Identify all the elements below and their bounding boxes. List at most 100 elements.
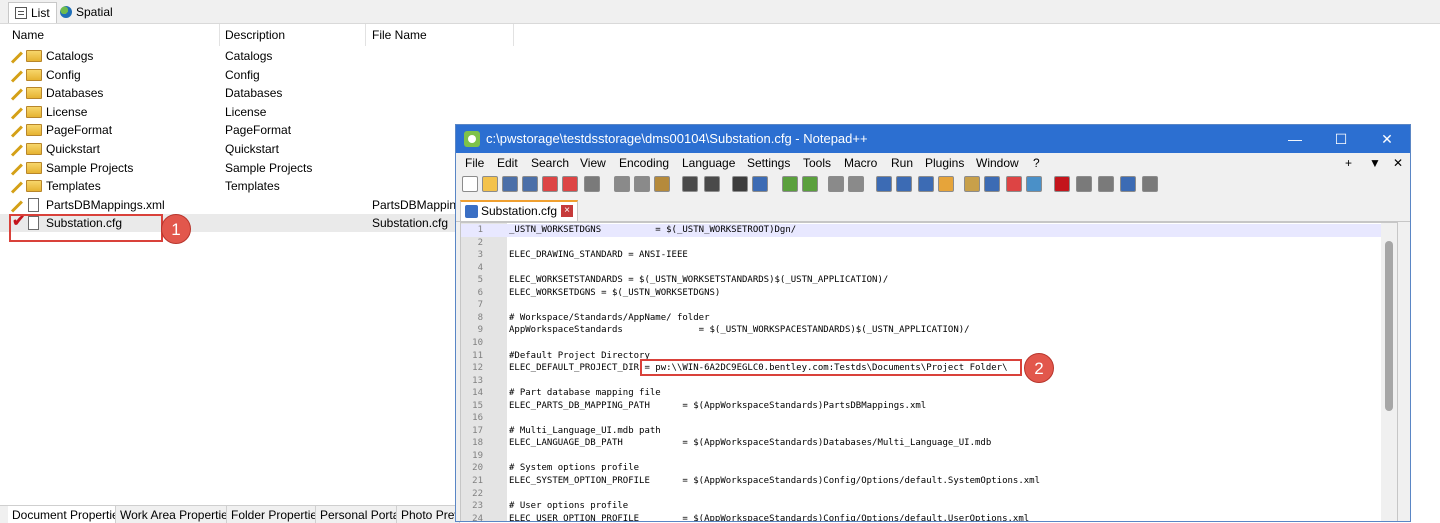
- code-line[interactable]: 15 ELEC_PARTS_DB_MAPPING_PATH = $(AppWork…: [461, 400, 1393, 413]
- menu-plugins[interactable]: Plugins: [925, 153, 964, 173]
- code-line[interactable]: 19: [461, 450, 1393, 463]
- code-line[interactable]: 13: [461, 375, 1393, 388]
- tab-spatial[interactable]: Spatial: [54, 2, 119, 22]
- menu-view[interactable]: View: [580, 153, 606, 173]
- record-macro-icon[interactable]: [1054, 176, 1070, 192]
- open-file-icon[interactable]: [482, 176, 498, 192]
- code-line[interactable]: 8 # Workspace/Standards/AppName/ folder: [461, 312, 1393, 325]
- close-button[interactable]: ✕: [1364, 125, 1410, 153]
- list-row[interactable]: PageFormat PageFormat: [0, 121, 520, 139]
- close-tab-icon[interactable]: ×: [561, 205, 573, 217]
- column-header-description[interactable]: Description: [220, 24, 366, 46]
- zoom-out-icon[interactable]: [802, 176, 818, 192]
- list-row[interactable]: License License: [0, 103, 520, 121]
- maximize-button[interactable]: ☐: [1318, 125, 1364, 153]
- scrollbar-thumb[interactable]: [1385, 241, 1393, 411]
- doc-map-icon[interactable]: [964, 176, 980, 192]
- monitor-icon[interactable]: [1026, 176, 1042, 192]
- menu-run[interactable]: Run: [891, 153, 913, 173]
- menu-help[interactable]: ?: [1033, 153, 1040, 173]
- code-line[interactable]: 23 # User options profile: [461, 500, 1393, 513]
- code-line[interactable]: 24 ELEC_USER_OPTION_PROFILE = $(AppWorksp…: [461, 513, 1393, 521]
- list-row[interactable]: Templates Templates: [0, 177, 520, 195]
- code-line[interactable]: 6 ELEC_WORKSETDGNS = $(_USTN_WORKSETDGNS): [461, 287, 1393, 300]
- list-row[interactable]: PartsDBMappings.xml PartsDBMappings.xml: [0, 196, 520, 214]
- code-line[interactable]: 7: [461, 299, 1393, 312]
- menu-language[interactable]: Language: [682, 153, 735, 173]
- close-doc-button[interactable]: ✕: [1393, 153, 1403, 173]
- menu-search[interactable]: Search: [531, 153, 569, 173]
- row-file-name: PartsDBMappings.xml: [372, 197, 460, 212]
- sync-vertical-icon[interactable]: [828, 176, 844, 192]
- tab-personal-portal[interactable]: Personal Portal: [316, 506, 397, 523]
- list-row[interactable]: Catalogs Catalogs: [0, 47, 520, 65]
- tab-work-area-properties[interactable]: Work Area Properties: [116, 506, 227, 523]
- menu-settings[interactable]: Settings: [747, 153, 790, 173]
- close-all-icon[interactable]: [562, 176, 578, 192]
- paste-icon[interactable]: [654, 176, 670, 192]
- code-line[interactable]: 1 _USTN_WORKSETDGNS = $(_USTN_WORKSETROOT…: [461, 224, 1391, 237]
- save-icon[interactable]: [502, 176, 518, 192]
- minimize-button[interactable]: —: [1272, 125, 1318, 153]
- list-row[interactable]: Quickstart Quickstart: [0, 140, 520, 158]
- code-line[interactable]: 16: [461, 412, 1393, 425]
- code-line[interactable]: 21 ELEC_SYSTEM_OPTION_PROFILE = $(AppWork…: [461, 475, 1393, 488]
- menu-encoding[interactable]: Encoding: [619, 153, 669, 173]
- code-line[interactable]: 2: [461, 237, 1393, 250]
- redo-icon[interactable]: [704, 176, 720, 192]
- list-row[interactable]: Config Config: [0, 66, 520, 84]
- copy-icon[interactable]: [634, 176, 650, 192]
- new-tab-button[interactable]: +: [1345, 153, 1352, 173]
- save-icon: [465, 205, 478, 218]
- code-line[interactable]: 3 ELEC_DRAWING_STANDARD = ANSI-IEEE: [461, 249, 1393, 262]
- menu-macro[interactable]: Macro: [844, 153, 877, 173]
- replace-icon[interactable]: [752, 176, 768, 192]
- code-line[interactable]: 5 ELEC_WORKSETSTANDARDS = $(_USTN_WORKSET…: [461, 274, 1393, 287]
- code-line[interactable]: 22: [461, 488, 1393, 501]
- code-line[interactable]: 10: [461, 337, 1393, 350]
- menu-window[interactable]: Window: [976, 153, 1019, 173]
- indent-guide-icon[interactable]: [918, 176, 934, 192]
- column-header-file-name[interactable]: File Name: [366, 24, 514, 46]
- show-all-chars-icon[interactable]: [896, 176, 912, 192]
- word-wrap-icon[interactable]: [876, 176, 892, 192]
- tab-list[interactable]: List: [8, 2, 57, 23]
- sync-horizontal-icon[interactable]: [848, 176, 864, 192]
- code-line[interactable]: 18 ELEC_LANGUAGE_DB_PATH = $(AppWorkspace…: [461, 437, 1393, 450]
- menu-edit[interactable]: Edit: [497, 153, 518, 173]
- folder-workspace-icon[interactable]: [1006, 176, 1022, 192]
- zoom-in-icon[interactable]: [782, 176, 798, 192]
- function-list-icon[interactable]: [984, 176, 1000, 192]
- menu-tools[interactable]: Tools: [803, 153, 831, 173]
- tab-document-properties[interactable]: Document Properties: [8, 506, 116, 523]
- list-row[interactable]: Sample Projects Sample Projects: [0, 159, 520, 177]
- title-bar[interactable]: c:\pwstorage\testdsstorage\dms00104\Subs…: [456, 125, 1410, 153]
- save-macro-icon[interactable]: [1142, 176, 1158, 192]
- code-line[interactable]: 9 AppWorkspaceStandards = $(_USTN_WORKSPA…: [461, 324, 1393, 337]
- play-macro-icon[interactable]: [1098, 176, 1114, 192]
- find-icon[interactable]: [732, 176, 748, 192]
- stop-macro-icon[interactable]: [1076, 176, 1092, 192]
- new-file-icon[interactable]: [462, 176, 478, 192]
- menu-file[interactable]: File: [465, 153, 484, 173]
- line-text: ELEC_SYSTEM_OPTION_PROFILE = $(AppWorksp…: [509, 476, 1041, 486]
- print-icon[interactable]: [584, 176, 600, 192]
- file-tab-substation[interactable]: Substation.cfg ×: [460, 200, 578, 221]
- save-all-icon[interactable]: [522, 176, 538, 192]
- column-header-name[interactable]: Name: [0, 24, 220, 46]
- vertical-scrollbar[interactable]: [1381, 223, 1397, 521]
- list-row[interactable]: Databases Databases: [0, 84, 520, 102]
- code-line[interactable]: 17 # Multi_Language_UI.mdb path: [461, 425, 1393, 438]
- run-macro-icon[interactable]: [1120, 176, 1136, 192]
- tab-folder-properties[interactable]: Folder Properties: [227, 506, 316, 523]
- tab-list-button[interactable]: ▼: [1369, 153, 1381, 173]
- undo-icon[interactable]: [682, 176, 698, 192]
- tab-photo-preview[interactable]: Photo Previ: [397, 506, 460, 523]
- language-icon[interactable]: [938, 176, 954, 192]
- code-line[interactable]: 14 # Part database mapping file: [461, 387, 1393, 400]
- code-line[interactable]: 4: [461, 262, 1393, 275]
- close-icon[interactable]: [542, 176, 558, 192]
- code-line[interactable]: 20 # System options profile: [461, 462, 1393, 475]
- line-text: # Workspace/Standards/AppName/ folder: [509, 312, 710, 323]
- cut-icon[interactable]: [614, 176, 630, 192]
